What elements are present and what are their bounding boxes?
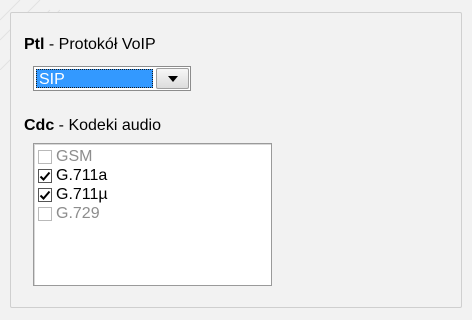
protocol-abbr: Ptl bbox=[24, 36, 45, 53]
checkbox-gsm[interactable] bbox=[38, 150, 52, 164]
checkbox-g711a[interactable] bbox=[38, 169, 52, 183]
protocol-description: Protokół VoIP bbox=[58, 36, 156, 53]
dropdown-button[interactable] bbox=[156, 68, 189, 89]
codec-label-g711u: G.711µ bbox=[56, 186, 108, 203]
codecs-description: Kodeki audio bbox=[68, 117, 161, 134]
checkmark-icon bbox=[39, 190, 51, 200]
codec-settings-window: Ptl - Protokół VoIP SIP Cdc - Kodeki aud… bbox=[0, 0, 472, 320]
codecs-abbr: Cdc bbox=[24, 117, 55, 134]
checkmark-icon bbox=[39, 171, 51, 181]
protocol-selected-value[interactable]: SIP bbox=[36, 69, 153, 88]
codecs-listbox[interactable]: GSM G.711a G.711µ G.729 bbox=[33, 143, 272, 286]
codec-item-g711u[interactable]: G.711µ bbox=[38, 186, 108, 204]
codec-label-g711a: G.711a bbox=[56, 167, 108, 184]
codec-item-g711a[interactable]: G.711a bbox=[38, 167, 107, 185]
checkbox-g711u[interactable] bbox=[38, 188, 52, 202]
codec-label-gsm: GSM bbox=[56, 148, 93, 165]
codecs-label: Cdc - Kodeki audio bbox=[24, 117, 161, 135]
codec-label-g729: G.729 bbox=[56, 205, 100, 222]
codec-item-gsm[interactable]: GSM bbox=[38, 148, 92, 166]
protocol-label: Ptl - Protokół VoIP bbox=[24, 36, 156, 54]
protocol-separator: - bbox=[44, 36, 59, 53]
codecs-separator: - bbox=[54, 117, 69, 134]
protocol-dropdown[interactable]: SIP bbox=[33, 66, 191, 91]
chevron-down-icon bbox=[167, 75, 178, 82]
codec-item-g729[interactable]: G.729 bbox=[38, 205, 100, 223]
checkbox-g729[interactable] bbox=[38, 207, 52, 221]
